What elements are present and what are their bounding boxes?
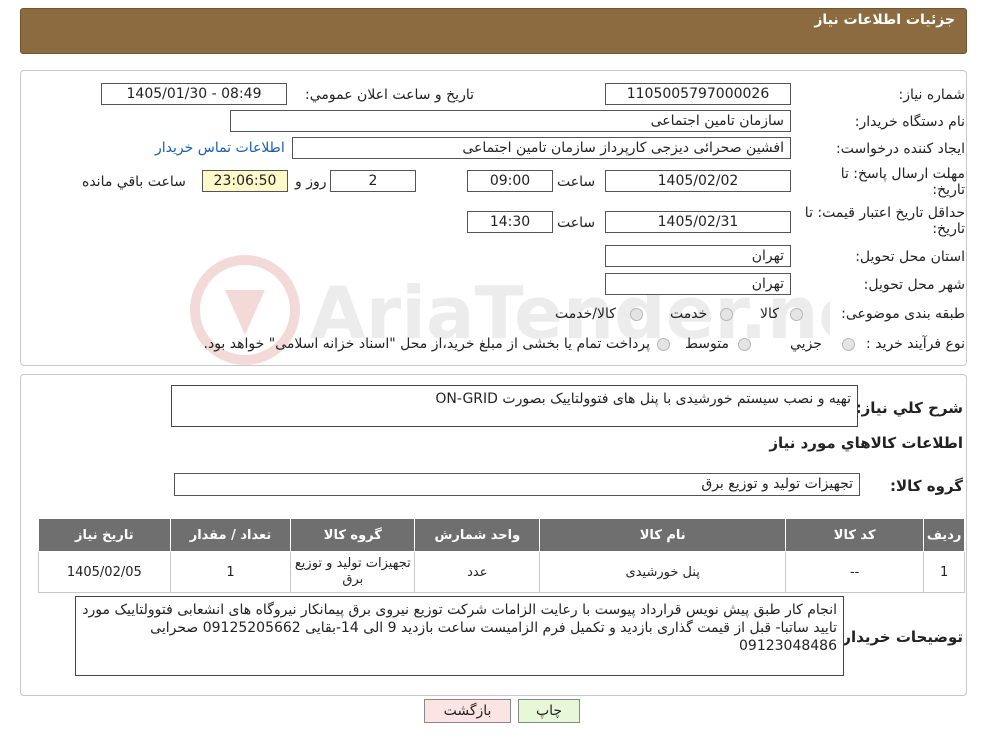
process-option-medium: متوسط: [685, 336, 729, 352]
deadline-label: مهلت ارسال پاسخ: تا تاریخ:: [840, 166, 965, 198]
remaining-label: ساعت باقي مانده: [82, 174, 186, 190]
cell-code: --: [785, 551, 925, 593]
buyer-org-field: سازمان تامین اجتماعی: [230, 110, 791, 132]
days-remaining-field: 2: [330, 170, 416, 192]
cell-name: پنل خورشیدی: [539, 551, 787, 593]
goods-group-label: گروه کالا:: [890, 477, 963, 495]
creator-field: افشین صحرائی دیزجی کارپرداز سازمان تامین…: [292, 137, 791, 159]
cell-need-date: 1405/02/05: [38, 551, 171, 593]
buyer-notes-label: توضیحات خریدار:: [836, 628, 963, 646]
table-header-row: رديف کد کالا نام کالا واحد شمارش گروه کا…: [38, 518, 965, 552]
category-radio-goods[interactable]: [790, 308, 803, 321]
province-label: استان محل تحویل:: [855, 249, 965, 265]
category-option-service: خدمت: [670, 306, 708, 322]
table-row: 1 -- پنل خورشیدی عدد تجهیزات تولید و توز…: [38, 551, 965, 593]
goods-section-title: اطلاعات کالاهاي مورد نياز: [769, 434, 963, 452]
announce-field: 1405/01/30 - 08:49: [101, 83, 287, 105]
watermark-logo: AriaTender.neT: [190, 255, 830, 365]
creator-label: ایجاد کننده درخواست:: [836, 141, 965, 157]
validity-time-field: 14:30: [467, 211, 553, 233]
process-label: نوع فرآیند خرید :: [866, 336, 965, 352]
process-radio-medium[interactable]: [738, 338, 751, 351]
treasury-payment-indicator: [657, 338, 670, 351]
col-header-quantity: تعداد / مقدار: [169, 518, 292, 552]
deadline-date-field: 1405/02/02: [605, 170, 791, 192]
announce-label: تاریخ و ساعت اعلان عمومي:: [305, 87, 474, 103]
validity-date-field: 1405/02/31: [605, 211, 791, 233]
process-radio-minor[interactable]: [842, 338, 855, 351]
goods-table: رديف کد کالا نام کالا واحد شمارش گروه کا…: [38, 518, 965, 593]
remaining-time-field: 23:06:50: [202, 170, 288, 192]
city-label: شهر محل تحویل:: [863, 277, 965, 293]
need-number-label: شماره نیاز:: [898, 87, 966, 103]
validity-time-label: ساعت: [557, 215, 596, 231]
cell-row-number: 1: [923, 551, 965, 593]
page-title: جزئیات اطلاعات نیاز: [814, 12, 955, 28]
col-header-need-date: تاریخ نیاز: [38, 518, 171, 552]
buyer-notes-textarea[interactable]: انجام کار طبق پیش نویس قرارداد پیوست با …: [75, 596, 844, 676]
process-option-minor: جزيي: [790, 336, 822, 352]
cell-group: تجهیزات تولید و توزیع برق: [290, 551, 416, 593]
print-button[interactable]: چاپ: [518, 699, 580, 723]
days-label: روز و: [295, 174, 327, 190]
category-option-goods-service: کالا/خدمت: [555, 306, 616, 322]
deadline-time-field: 09:00: [467, 170, 553, 192]
process-note: پرداخت تمام یا بخشی از مبلغ خرید،از محل …: [203, 336, 650, 352]
deadline-time-label: ساعت: [557, 174, 596, 190]
col-header-unit: واحد شمارش: [414, 518, 541, 552]
buyer-org-label: نام دستگاه خریدار:: [854, 114, 965, 130]
province-field: تهران: [605, 245, 791, 267]
validity-label: حداقل تاریخ اعتبار قیمت: تا تاریخ:: [804, 205, 965, 237]
col-header-group: گروه کالا: [290, 518, 416, 552]
buyer-contact-link[interactable]: اطلاعات تماس خریدار: [155, 140, 285, 156]
cell-unit: عدد: [414, 551, 541, 593]
back-button[interactable]: بازگشت: [424, 699, 511, 723]
category-radio-goods-service[interactable]: [630, 308, 643, 321]
city-field: تهران: [605, 273, 791, 295]
category-radio-service[interactable]: [720, 308, 733, 321]
col-header-name: نام کالا: [539, 518, 787, 552]
cell-quantity: 1: [169, 551, 292, 593]
summary-textarea[interactable]: تهیه و نصب سیستم خورشیدی با پنل های فتوو…: [171, 385, 858, 427]
need-number-field: 1105005797000026: [605, 83, 791, 105]
category-option-goods: کالا: [760, 306, 779, 322]
goods-table-wrapper: رديف کد کالا نام کالا واحد شمارش گروه کا…: [38, 518, 965, 593]
category-label: طبقه بندی موضوعی:: [841, 306, 965, 322]
summary-label: شرح كلي نياز:: [855, 399, 963, 417]
col-header-code: کد کالا: [785, 518, 925, 552]
goods-group-field: تجهیزات تولید و توزیع برق: [174, 473, 860, 496]
col-header-row-number: رديف: [923, 518, 965, 552]
